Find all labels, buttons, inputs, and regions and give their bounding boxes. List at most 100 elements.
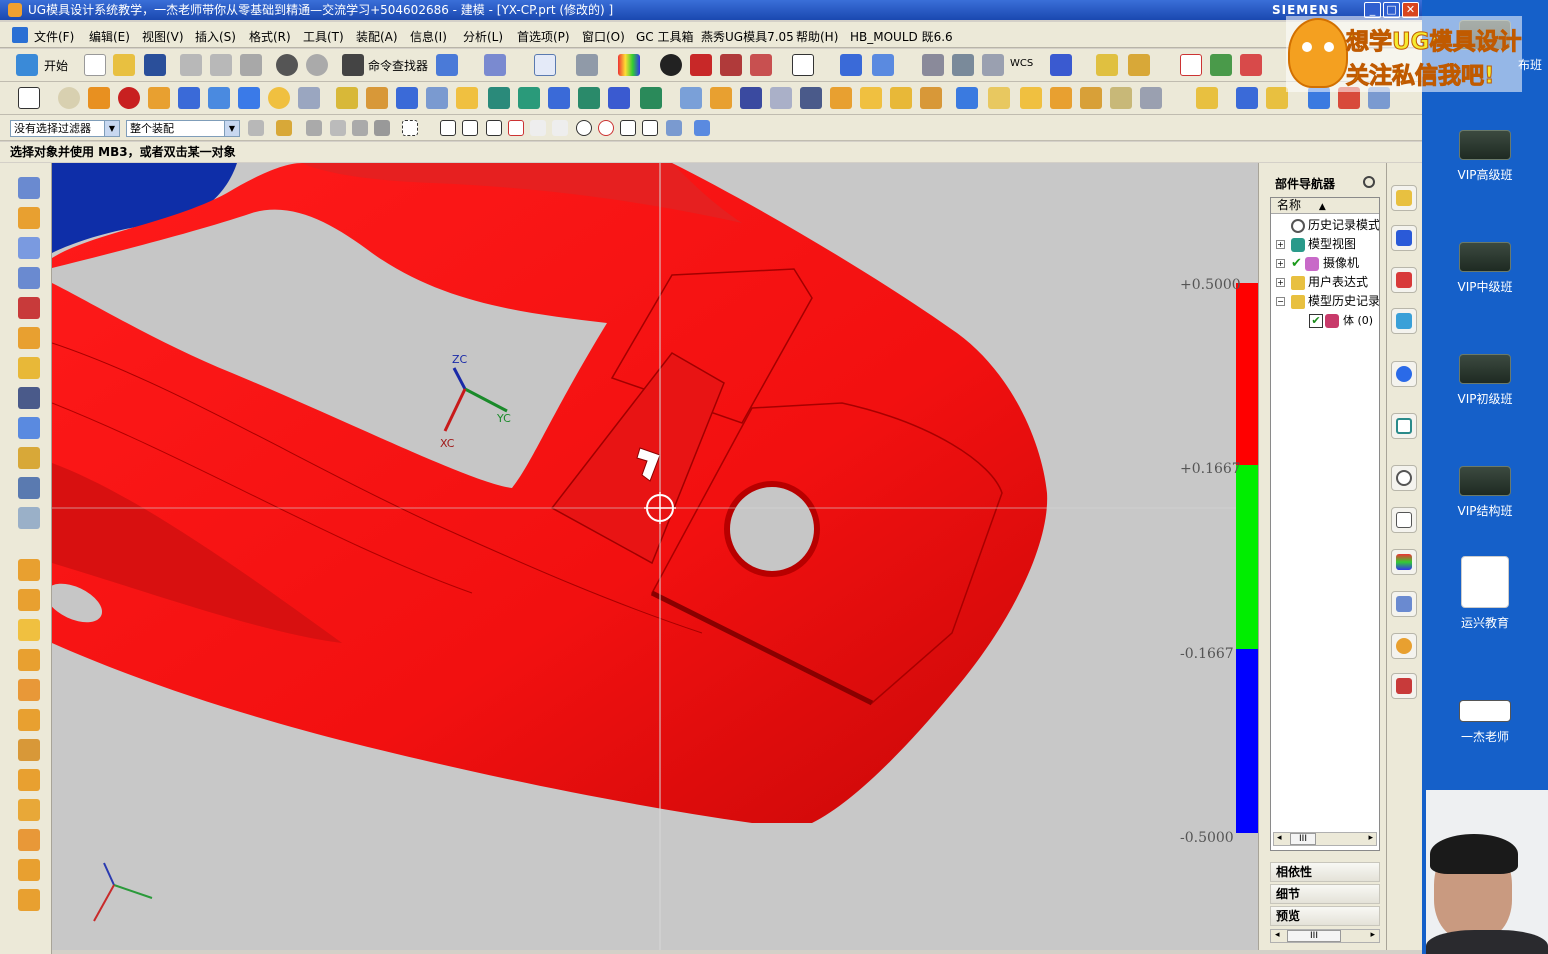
snap-on-curve-icon[interactable] <box>642 120 658 136</box>
desktop-icon-vip-beginner[interactable]: VIP初级班 <box>1422 354 1548 407</box>
component-icon[interactable] <box>1266 87 1288 109</box>
mould-csys-icon[interactable] <box>18 589 40 611</box>
menu-analysis[interactable]: 分析(L) <box>463 28 503 45</box>
details-section[interactable]: 细节 <box>1270 884 1380 904</box>
groove-icon[interactable] <box>298 87 320 109</box>
filter-reset-icon[interactable] <box>248 120 264 136</box>
sketch-feature-icon[interactable] <box>18 177 40 199</box>
extrude-icon[interactable] <box>88 87 110 109</box>
assembly-icon[interactable] <box>1236 87 1258 109</box>
snap-existing-point-icon[interactable] <box>620 120 636 136</box>
layer-settings-icon[interactable] <box>840 54 862 76</box>
select-body-icon[interactable] <box>374 120 390 136</box>
binoculars-icon[interactable] <box>342 54 364 76</box>
snap-line-icon[interactable] <box>486 120 502 136</box>
expand-toggle[interactable]: + <box>1276 259 1285 268</box>
menu-edit[interactable]: 编辑(E) <box>89 28 130 45</box>
system-scenes-tab[interactable] <box>1391 633 1417 659</box>
palette-tab[interactable] <box>1391 413 1417 439</box>
scale-icon[interactable] <box>18 447 40 469</box>
transform-icon[interactable] <box>18 387 40 409</box>
tree-item-user-expressions[interactable]: + 用户表达式 <box>1271 273 1379 292</box>
wcs-orient-icon[interactable] <box>922 54 944 76</box>
name-column-header[interactable]: 名称 ▲ <box>1271 198 1379 214</box>
sew-icon[interactable] <box>640 87 662 109</box>
tube-feature-icon[interactable] <box>18 267 40 289</box>
fit-view-icon[interactable] <box>534 54 556 76</box>
wrap-icon[interactable] <box>18 477 40 499</box>
paint-icon[interactable] <box>1196 87 1218 109</box>
menu-format[interactable]: 格式(R) <box>249 28 291 45</box>
mold-base-icon[interactable] <box>18 769 40 791</box>
snap-endpoint-icon[interactable] <box>440 120 456 136</box>
styled-blend-icon[interactable] <box>1080 87 1102 109</box>
orient-view-icon[interactable] <box>576 54 598 76</box>
bounded-plane-icon[interactable] <box>956 87 978 109</box>
shell-icon[interactable] <box>608 87 630 109</box>
edge-blend-icon[interactable] <box>680 87 702 109</box>
tree-item-model-views[interactable]: + 模型视图 <box>1271 235 1379 254</box>
desktop-icon-vip-structure[interactable]: VIP结构班 <box>1422 466 1548 519</box>
checkbox-icon[interactable]: ✔ <box>1309 314 1323 328</box>
ejector-pin-icon[interactable] <box>18 829 40 851</box>
snap-arc-icon[interactable] <box>530 120 546 136</box>
desktop-icon-yunxing-education[interactable]: 运兴教育 <box>1422 556 1548 631</box>
through-curves-icon[interactable] <box>830 87 852 109</box>
menu-information[interactable]: 信息(I) <box>410 28 447 45</box>
pocket-icon[interactable] <box>238 87 260 109</box>
snap-intersection-icon[interactable] <box>552 120 568 136</box>
background-icon[interactable] <box>792 54 814 76</box>
open-folder-icon[interactable] <box>113 54 135 76</box>
boss-icon[interactable] <box>208 87 230 109</box>
standard-part-icon[interactable] <box>18 799 40 821</box>
scroll-thumb[interactable]: III <box>1287 930 1341 942</box>
pattern-icon[interactable] <box>366 87 388 109</box>
touch-mode-icon[interactable] <box>436 54 458 76</box>
face-blend-icon[interactable] <box>1020 87 1042 109</box>
chart-icon[interactable] <box>1210 54 1232 76</box>
snap-control-icon[interactable] <box>508 120 524 136</box>
checkmark-icon[interactable]: ✔ <box>1291 257 1305 271</box>
new-file-icon[interactable] <box>84 54 106 76</box>
dependencies-section[interactable]: 相依性 <box>1270 862 1380 882</box>
wcs-origin-icon[interactable] <box>952 54 974 76</box>
scroll-thumb[interactable]: III <box>1290 833 1316 845</box>
selection-filter-select[interactable]: 没有选择过滤器 ▼ <box>10 120 120 137</box>
soft-blend-icon[interactable] <box>1050 87 1072 109</box>
gate-library-icon[interactable] <box>18 889 40 911</box>
scroll-left-arrow[interactable]: ◂ <box>1277 833 1282 843</box>
menu-hb-mould[interactable]: HB_MOULD 既6.6 <box>850 28 953 45</box>
process-studio-tab[interactable] <box>1391 507 1417 533</box>
extrude-feature-icon[interactable] <box>18 207 40 229</box>
shrinkage-icon[interactable] <box>18 619 40 641</box>
roles-tab[interactable] <box>1391 591 1417 617</box>
menu-insert[interactable]: 插入(S) <box>195 28 236 45</box>
menu-view[interactable]: 视图(V) <box>142 28 184 45</box>
tree-horizontal-scrollbar[interactable]: ◂ III ▸ <box>1273 832 1377 846</box>
expand-toggle[interactable]: + <box>1276 240 1285 249</box>
inx-icon[interactable] <box>178 87 200 109</box>
thicken-icon[interactable] <box>770 87 792 109</box>
bridge-icon[interactable] <box>920 87 942 109</box>
assembly-scope-select[interactable]: 整个装配 ▼ <box>126 120 240 137</box>
sew-surface-icon[interactable] <box>18 507 40 529</box>
snap-on-surface-icon[interactable] <box>666 120 682 136</box>
measure-angle-icon[interactable] <box>1128 54 1150 76</box>
offset-surface-icon[interactable] <box>800 87 822 109</box>
pin-icon[interactable] <box>1363 176 1375 188</box>
snap-quadrant-icon[interactable] <box>598 120 614 136</box>
start-button[interactable]: 开始 <box>44 57 68 74</box>
scroll-right-arrow[interactable]: ▸ <box>1368 833 1373 843</box>
parting-manager-icon[interactable] <box>18 739 40 761</box>
datum-point-icon[interactable] <box>58 87 80 109</box>
history-tab[interactable] <box>1391 465 1417 491</box>
tree-item-model-history[interactable]: − 模型历史记录 <box>1271 292 1379 311</box>
tree-item-cameras[interactable]: + ✔ 摄像机 <box>1271 254 1379 273</box>
wcs-dynamic-icon[interactable] <box>982 54 1004 76</box>
trim-sheet-icon[interactable] <box>1140 87 1162 109</box>
intersect-icon[interactable] <box>456 87 478 109</box>
replace-face-icon[interactable] <box>578 87 600 109</box>
desktop-icon-vip-intermediate[interactable]: VIP中级班 <box>1422 242 1548 295</box>
preview-horizontal-scrollbar[interactable]: ◂ III ▸ <box>1270 929 1380 943</box>
select-feature-icon[interactable] <box>352 120 368 136</box>
